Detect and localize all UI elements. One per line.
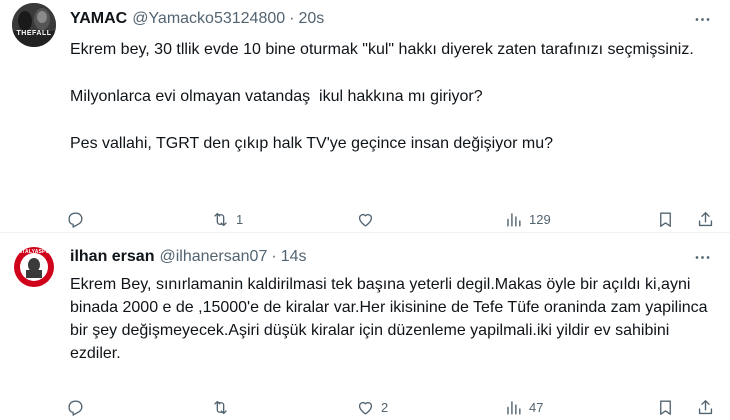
avatar[interactable]: ANTALYASPOR	[12, 245, 56, 289]
views-count: 47	[529, 399, 544, 415]
bookmark-button[interactable]	[656, 207, 675, 231]
like-icon	[358, 213, 373, 227]
like-icon	[358, 401, 373, 415]
tweet-paragraph: Milyonlarca evi olmayan vatandaş ikul ha…	[70, 88, 483, 105]
views-count: 129	[529, 211, 551, 227]
bookmark-icon	[660, 399, 671, 415]
reply-icon	[68, 211, 83, 228]
action-bar: 1 129	[66, 207, 722, 231]
reply-button[interactable]	[66, 395, 91, 419]
user-handle[interactable]: @ilhanersan07	[159, 248, 267, 266]
display-name[interactable]: YAMAC	[70, 10, 127, 28]
bookmark-button[interactable]	[656, 395, 675, 419]
tweet-paragraph: Ekrem bey, 30 tllik evde 10 bine oturmak…	[70, 41, 694, 58]
reply-button[interactable]	[66, 207, 91, 231]
share-button[interactable]	[696, 395, 715, 419]
display-name[interactable]: ilhan ersan	[70, 248, 154, 266]
more-icon	[695, 17, 709, 21]
tweet[interactable]: ilhan ersan @ilhanersan07 · 14s Ekrem Be…	[0, 234, 730, 420]
tweet-paragraph: Ekrem Bey, sınırlamanin kaldirilmasi tek…	[70, 276, 712, 362]
timestamp[interactable]: 14s	[281, 248, 307, 266]
timestamp[interactable]: 20s	[298, 10, 324, 28]
views-button[interactable]: 47	[504, 395, 543, 419]
avatar-text: THEFALL	[16, 30, 52, 37]
reply-icon	[68, 399, 83, 416]
views-icon	[507, 400, 521, 415]
more-button[interactable]	[690, 9, 714, 29]
retweet-button[interactable]	[211, 395, 236, 419]
action-bar: 2 47	[66, 395, 722, 419]
share-icon	[698, 211, 713, 226]
tweet-text: Ekrem Bey, sınırlamanin kaldirilmasi tek…	[70, 273, 712, 365]
share-button[interactable]	[696, 207, 715, 231]
separator-dot: ·	[271, 248, 277, 265]
avatar-image	[12, 3, 56, 47]
share-icon	[698, 399, 713, 414]
tweet-header: YAMAC @Yamacko53124800 · 20s	[70, 9, 324, 29]
views-button[interactable]: 129	[504, 207, 551, 231]
retweet-icon	[214, 400, 227, 414]
tweet-header: ilhan ersan @ilhanersan07 · 14s	[70, 247, 306, 267]
like-button[interactable]	[356, 207, 381, 231]
more-button[interactable]	[690, 247, 714, 267]
tweet-paragraph: Pes vallahi, TGRT den çıkıp halk TV'ye g…	[70, 135, 554, 152]
like-button[interactable]: 2	[356, 395, 388, 419]
views-icon	[507, 212, 521, 227]
bookmark-icon	[660, 211, 671, 227]
like-count: 2	[381, 399, 389, 415]
retweet-count: 1	[236, 211, 244, 227]
avatar-text: ANTALYASPOR	[14, 249, 54, 255]
tweet[interactable]: THEFALL YAMAC @Yamacko53124800 · 20s Ekr…	[0, 0, 730, 233]
retweet-button[interactable]: 1	[211, 207, 243, 231]
separator-dot: ·	[289, 10, 295, 27]
tweet-text: Ekrem bey, 30 tllik evde 10 bine oturmak…	[70, 38, 712, 155]
avatar[interactable]: THEFALL	[12, 3, 56, 47]
retweet-icon	[214, 212, 227, 226]
user-handle[interactable]: @Yamacko53124800	[132, 10, 285, 28]
more-icon	[695, 255, 709, 259]
